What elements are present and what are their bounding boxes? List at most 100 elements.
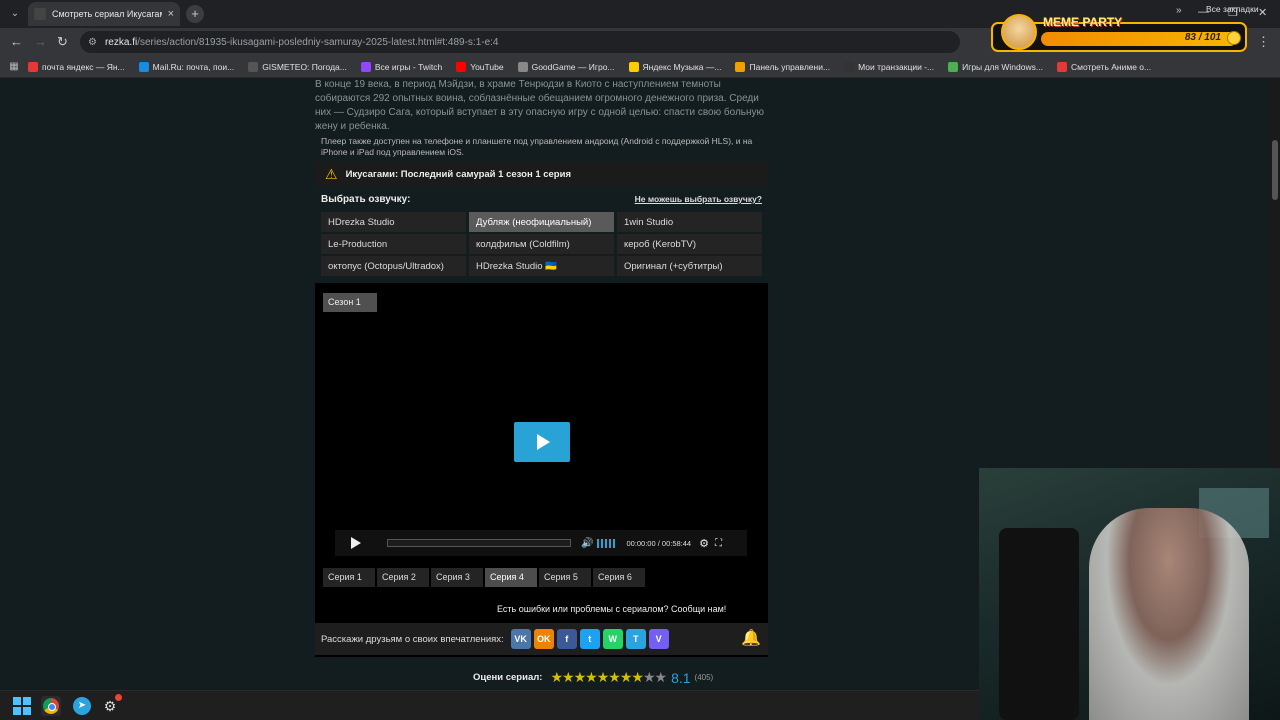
share-button[interactable]: VK — [510, 629, 531, 649]
bookmark-label: почта яндекс — Ян... — [42, 61, 125, 72]
star-icon[interactable]: ★ — [585, 669, 598, 685]
apps-grid-icon[interactable]: ▦ — [0, 61, 28, 72]
bookmark-label: Все игры - Twitch — [374, 61, 443, 72]
tab-title: Смотреть сериал Икусагами: Г — [52, 9, 162, 19]
windows-start-icon[interactable] — [12, 696, 32, 716]
star-icon[interactable]: ★ — [550, 669, 563, 685]
chrome-icon[interactable] — [41, 696, 61, 716]
telegram-icon[interactable]: ➤ — [72, 696, 92, 716]
bookmark-favicon-icon — [138, 61, 149, 72]
voice-help-link[interactable]: Не можешь выбрать озвучку? — [635, 194, 762, 204]
bookmark-label: YouTube — [470, 61, 504, 72]
star-icon[interactable]: ★ — [655, 669, 668, 685]
bookmark-item[interactable]: Все игры - Twitch — [360, 61, 443, 72]
episode-button[interactable]: Серия 4 — [485, 568, 537, 587]
bookmark-item[interactable]: Панель управлени... — [735, 61, 831, 72]
share-button[interactable]: V — [648, 629, 669, 649]
season-selector[interactable]: Сезон 1 — [323, 293, 377, 312]
share-button[interactable]: f — [556, 629, 577, 649]
bookmark-label: Игры для Windows... — [962, 61, 1043, 72]
meme-title: MEME PARTY — [1043, 15, 1123, 29]
address-bar[interactable]: ⚙ rezka.fi/series/action/81935-ikusagami… — [80, 31, 960, 53]
episode-button[interactable]: Серия 5 — [539, 568, 591, 587]
share-button[interactable]: T — [625, 629, 646, 649]
player-availability-note: Плеер также доступен на телефоне и планш… — [321, 136, 753, 157]
back-arrow-icon[interactable]: ← — [10, 34, 23, 49]
bookmarks-more-icon[interactable]: » — [1176, 5, 1182, 16]
voice-option[interactable]: Le-Production — [321, 234, 466, 254]
site-info-icon[interactable]: ⚙ — [88, 37, 97, 48]
bookmark-favicon-icon — [1056, 61, 1067, 72]
voice-option[interactable]: Дубляж (неофициальный) — [469, 212, 614, 232]
browser-menu-icon[interactable]: ⋮ — [1257, 34, 1270, 50]
bookmark-label: Смотреть Аниме о... — [1070, 61, 1152, 72]
voice-option[interactable]: октопус (Octopus/Ultradox) — [321, 256, 466, 276]
voice-option[interactable]: 1win Studio — [617, 212, 762, 232]
bookmark-favicon-icon — [735, 61, 746, 72]
url-path: /series/action/81935-ikusagami-posledniy… — [137, 36, 499, 48]
episode-button[interactable]: Серия 6 — [593, 568, 645, 587]
episode-button[interactable]: Серия 3 — [431, 568, 483, 587]
settings-gear-icon[interactable]: ⚙ — [699, 537, 709, 550]
progress-bar[interactable] — [387, 539, 571, 547]
coin-icon — [1227, 31, 1241, 45]
star-icon[interactable]: ★ — [620, 669, 633, 685]
voice-options: HDrezka Studio Дубляж (неофициальный) 1win… — [321, 212, 762, 276]
bookmark-item[interactable]: Смотреть Аниме о... — [1056, 61, 1152, 72]
play-icon[interactable] — [351, 537, 361, 549]
volume-slider[interactable] — [597, 538, 618, 548]
bell-icon[interactable]: 🔔 — [740, 628, 762, 650]
player-controls: 🔊 00:00:00 / 00:58:44 ⚙ ⛶ — [335, 530, 747, 556]
voice-option[interactable]: Оригинал (+субтитры) — [617, 256, 762, 276]
rating-stars[interactable]: ★★★★★★★★★★ — [550, 669, 668, 686]
bookmark-item[interactable]: YouTube — [456, 61, 504, 72]
star-icon[interactable]: ★ — [631, 669, 644, 685]
tab-search-chevron-icon[interactable]: ⌄ — [6, 5, 24, 23]
share-button[interactable]: OK — [533, 629, 554, 649]
tab-close-icon[interactable]: × — [168, 8, 174, 20]
bookmark-item[interactable]: Мои транзакции -... — [844, 61, 935, 72]
voice-option[interactable]: колдфильм (Coldfilm) — [469, 234, 614, 254]
voice-option[interactable]: кероб (KerobTV) — [617, 234, 762, 254]
star-icon[interactable]: ★ — [562, 669, 575, 685]
bookmark-label: Яндекс Музыка —... — [642, 61, 722, 72]
report-problem-text[interactable]: Есть ошибки или проблемы с сериалом? Соо… — [497, 604, 726, 614]
bookmark-item[interactable]: почта яндекс — Ян... — [28, 61, 125, 72]
fullscreen-icon[interactable]: ⛶ — [715, 538, 722, 549]
app-icon[interactable]: ⚙ — [100, 694, 122, 716]
voice-option[interactable]: HDrezka Studio 🇺🇦 — [469, 256, 614, 276]
all-bookmarks-link[interactable]: Все закладки — [1206, 4, 1259, 14]
streamer — [1089, 508, 1249, 720]
bookmark-label: Мои транзакции -... — [858, 61, 935, 72]
scrollbar-thumb[interactable] — [1272, 140, 1278, 200]
video-player[interactable]: Сезон 1 🔊 00:00:00 / 00:58:44 ⚙ ⛶ Серия … — [315, 283, 768, 657]
reload-icon[interactable]: ↻ — [57, 34, 68, 50]
bookmark-label: Панель управлени... — [749, 61, 831, 72]
big-play-button[interactable] — [514, 422, 570, 462]
star-icon[interactable]: ★ — [608, 669, 621, 685]
episode-button[interactable]: Серия 2 — [377, 568, 429, 587]
meme-count: 83 / 101 — [1184, 32, 1221, 43]
new-tab-button[interactable]: + — [186, 5, 204, 23]
volume-icon[interactable]: 🔊 — [581, 538, 593, 549]
bookmark-item[interactable]: GISMETEO: Погода... — [248, 61, 347, 72]
bookmark-favicon-icon — [948, 61, 959, 72]
episode-title-bar: ⚠ Икусагами: Последний самурай 1 сезон 1… — [315, 162, 768, 186]
forward-arrow-icon[interactable]: → — [34, 34, 47, 49]
share-bar: Расскажи друзьям о своих впечатлениях: V… — [315, 623, 768, 655]
bookmark-item[interactable]: GoodGame — Игро... — [517, 61, 615, 72]
voice-option[interactable]: HDrezka Studio — [321, 212, 466, 232]
bookmark-item[interactable]: Mail.Ru: почта, пои... — [138, 61, 234, 72]
episode-button[interactable]: Серия 1 — [323, 568, 375, 587]
star-icon[interactable]: ★ — [597, 669, 610, 685]
active-tab[interactable]: Смотреть сериал Икусагами: Г × — [28, 2, 180, 26]
star-icon[interactable]: ★ — [574, 669, 587, 685]
close-window-icon[interactable]: ✕ — [1258, 6, 1267, 19]
share-button[interactable]: W — [602, 629, 623, 649]
star-icon[interactable]: ★ — [643, 669, 656, 685]
bookmark-item[interactable]: Игры для Windows... — [948, 61, 1043, 72]
share-button[interactable]: t — [579, 629, 600, 649]
url-text[interactable]: rezka.fi/series/action/81935-ikusagami-p… — [105, 37, 499, 48]
bookmark-item[interactable]: Яндекс Музыка —... — [628, 61, 722, 72]
bookmark-label: GISMETEO: Погода... — [262, 61, 347, 72]
